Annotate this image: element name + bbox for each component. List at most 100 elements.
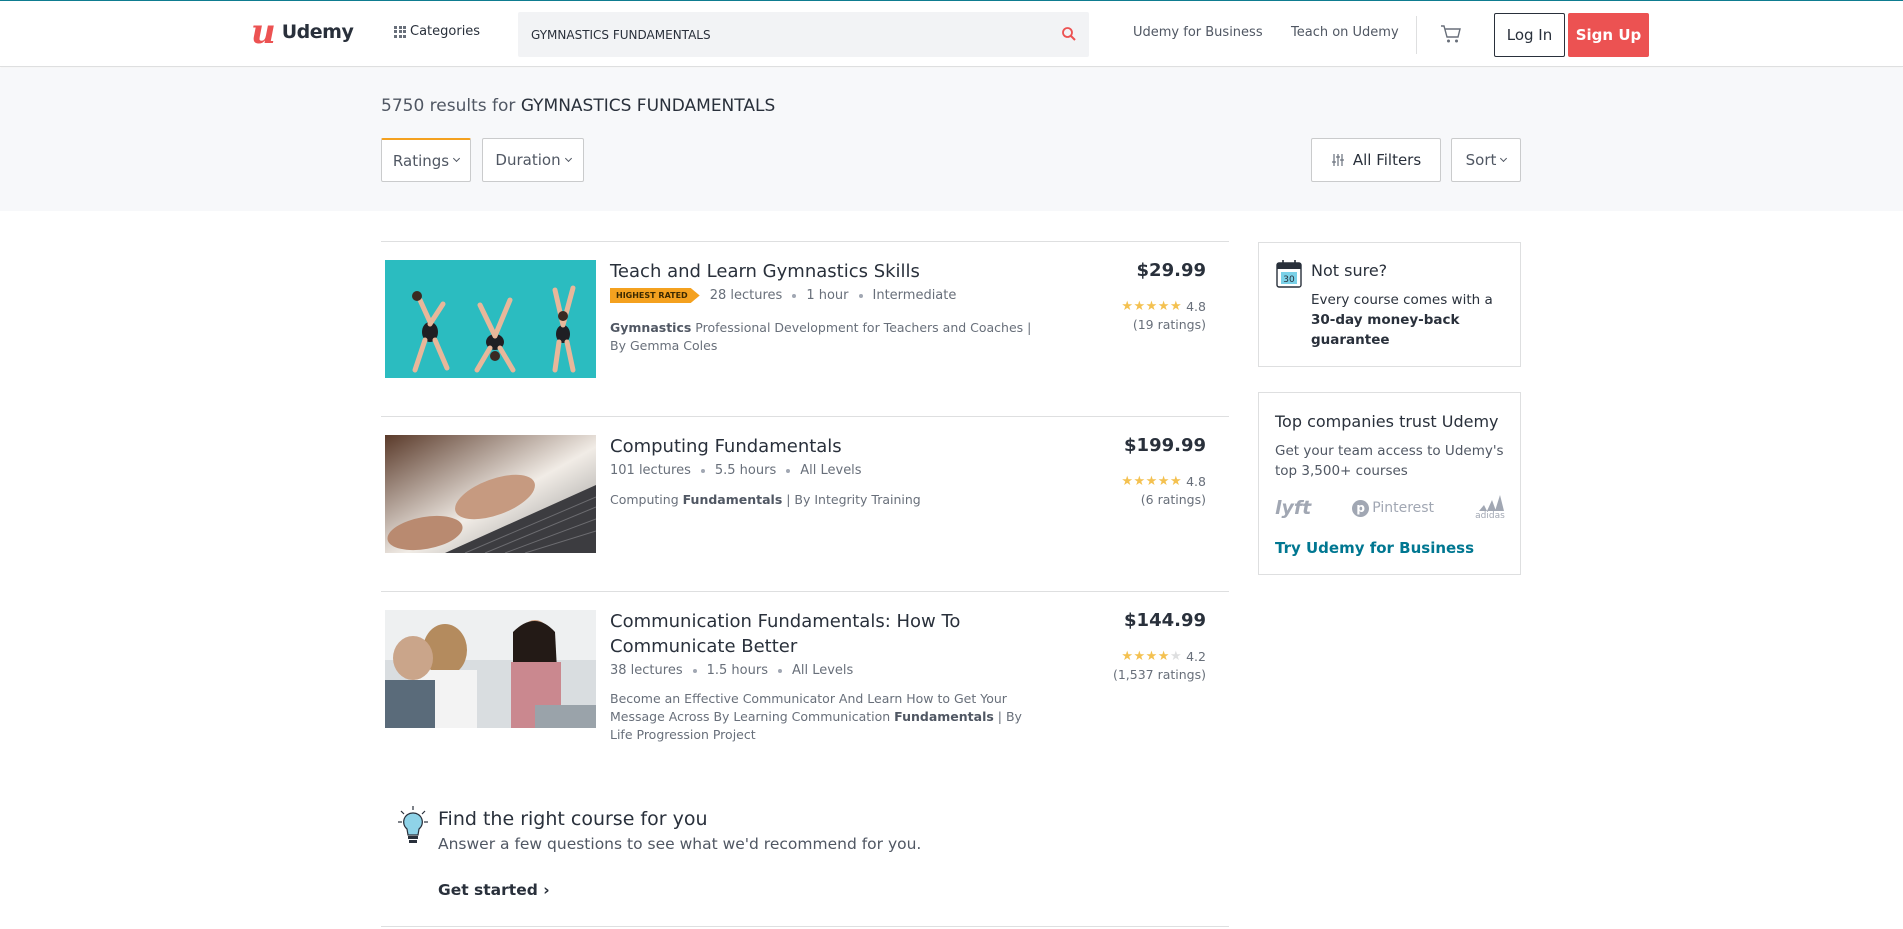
dot-separator bbox=[858, 293, 863, 298]
course-title[interactable]: Communication Fundamentals: How To Commu… bbox=[610, 609, 990, 659]
try-business-link[interactable]: Try Udemy for Business bbox=[1275, 539, 1474, 557]
course-desc-highlight: Gymnastics bbox=[610, 320, 692, 335]
all-filters-button[interactable]: All Filters bbox=[1311, 138, 1441, 182]
course-level: All Levels bbox=[800, 463, 862, 478]
sort-label: Sort bbox=[1465, 151, 1497, 169]
ratings-count: (6 ratings) bbox=[1140, 492, 1206, 507]
login-button[interactable]: Log In bbox=[1494, 13, 1565, 57]
money-back-card: 30 Not sure? Every course comes with a 3… bbox=[1258, 242, 1521, 367]
course-meta: 101 lectures 5.5 hours All Levels bbox=[610, 463, 862, 478]
pinterest-wordmark: Pinterest bbox=[1372, 500, 1435, 516]
rating-value: 4.2 bbox=[1186, 649, 1206, 664]
course-meta: 38 lectures 1.5 hours All Levels bbox=[610, 663, 853, 678]
logo-text: Udemy bbox=[281, 21, 354, 43]
top-header: u Udemy Categories GYMNASTICS FUNDAMENTA… bbox=[0, 1, 1903, 67]
grid-icon bbox=[394, 25, 406, 38]
duration-filter-button[interactable]: Duration bbox=[482, 138, 584, 182]
chevron-down-icon bbox=[1500, 154, 1508, 162]
teach-on-udemy-link[interactable]: Teach on Udemy bbox=[1291, 25, 1399, 40]
highest-rated-badge: Highest rated bbox=[610, 288, 700, 303]
course-thumbnail bbox=[385, 610, 596, 728]
adidas-icon bbox=[1478, 495, 1504, 511]
chevron-down-icon bbox=[453, 154, 461, 163]
guarantee-text: 30-day money-back guarantee bbox=[1311, 312, 1460, 348]
ratings-count: (19 ratings) bbox=[1132, 317, 1206, 332]
course-level: All Levels bbox=[791, 663, 854, 678]
duration-filter-label: Duration bbox=[495, 151, 561, 169]
calendar-number: 30 bbox=[1283, 275, 1295, 285]
udemy-logo[interactable]: u Udemy bbox=[251, 12, 354, 52]
course-description: Gymnastics Professional Development for … bbox=[610, 319, 1050, 355]
companies-title: Top companies trust Udemy bbox=[1275, 412, 1499, 431]
course-desc-highlight: Fundamentals bbox=[894, 709, 994, 724]
companies-body: Get your team access to Udemy's top 3,50… bbox=[1275, 443, 1504, 479]
calendar-icon: 30 bbox=[1276, 260, 1302, 288]
cart-icon[interactable] bbox=[1440, 24, 1462, 44]
dot-separator bbox=[700, 468, 705, 473]
finder-subtitle: Answer a few questions to see what we'd … bbox=[438, 835, 922, 853]
sliders-icon bbox=[1331, 154, 1344, 166]
course-price: $199.99 bbox=[1124, 435, 1206, 456]
udemy-for-business-link[interactable]: Udemy for Business bbox=[1133, 25, 1263, 40]
pinterest-logo: p Pinterest bbox=[1352, 499, 1435, 517]
get-started-link[interactable]: Get started › bbox=[438, 881, 550, 899]
course-meta: Highest rated 28 lectures 1 hour Interme… bbox=[610, 288, 956, 303]
ratings-count: (1,537 ratings) bbox=[1112, 667, 1206, 682]
results-query: GYMNASTICS FUNDAMENTALS bbox=[520, 96, 776, 116]
course-card[interactable]: Communication Fundamentals: How To Commu… bbox=[381, 591, 1229, 776]
star-rating-icon: ★★★★★ bbox=[1121, 649, 1183, 664]
course-thumbnail bbox=[385, 260, 596, 378]
rating-value: 4.8 bbox=[1186, 474, 1206, 489]
course-lectures: 38 lectures bbox=[610, 663, 683, 678]
finder-title: Find the right course for you bbox=[438, 808, 708, 830]
udemy-logo-icon: u bbox=[251, 12, 276, 52]
results-count: 5750 results for bbox=[381, 96, 516, 116]
chevron-down-icon bbox=[564, 154, 572, 162]
course-card[interactable]: Teach and Learn Gymnastics Skills Highes… bbox=[381, 241, 1229, 416]
course-thumbnail bbox=[385, 435, 596, 553]
not-sure-title: Not sure? bbox=[1311, 261, 1388, 280]
header-divider bbox=[1416, 16, 1417, 54]
course-rating: ★★★★★ 4.2 bbox=[1121, 649, 1206, 664]
dot-separator bbox=[792, 293, 797, 298]
signup-button[interactable]: Sign Up bbox=[1568, 13, 1649, 57]
course-title[interactable]: Teach and Learn Gymnastics Skills bbox=[610, 259, 990, 284]
sort-button[interactable]: Sort bbox=[1451, 138, 1521, 182]
course-title[interactable]: Computing Fundamentals bbox=[610, 434, 990, 459]
results-header-band bbox=[0, 68, 1903, 211]
dot-separator bbox=[777, 668, 782, 673]
rating-value: 4.8 bbox=[1186, 299, 1206, 314]
dot-separator bbox=[692, 668, 697, 673]
categories-button[interactable]: Categories bbox=[394, 24, 480, 39]
search-icon[interactable] bbox=[1061, 26, 1077, 42]
ratings-filter-button[interactable]: Ratings bbox=[381, 138, 471, 182]
course-price: $144.99 bbox=[1124, 610, 1206, 631]
course-desc-text: | By Integrity Training bbox=[782, 492, 921, 507]
course-desc-prefix: Computing bbox=[610, 492, 683, 507]
course-description: Become an Effective Communicator And Lea… bbox=[610, 690, 1040, 744]
company-logos: lyft p Pinterest adidas bbox=[1275, 495, 1505, 521]
lyft-logo: lyft bbox=[1275, 497, 1312, 519]
chevron-right-icon: › bbox=[543, 881, 550, 899]
not-sure-text: Every course comes with a bbox=[1311, 292, 1493, 308]
course-price: $29.99 bbox=[1136, 260, 1206, 281]
course-description: Computing Fundamentals | By Integrity Tr… bbox=[610, 491, 1050, 509]
course-duration: 1 hour bbox=[806, 288, 849, 303]
course-duration: 1.5 hours bbox=[706, 663, 768, 678]
lightbulb-icon bbox=[398, 806, 428, 843]
star-rating-icon: ★★★★★ bbox=[1121, 474, 1183, 489]
star-rating-icon: ★★★★★ bbox=[1121, 299, 1183, 314]
dot-separator bbox=[786, 468, 791, 473]
categories-label: Categories bbox=[410, 24, 481, 39]
business-card: Top companies trust Udemy Get your team … bbox=[1258, 392, 1521, 575]
course-level: Intermediate bbox=[872, 288, 957, 303]
search-value: GYMNASTICS FUNDAMENTALS bbox=[531, 27, 711, 42]
adidas-wordmark: adidas bbox=[1475, 511, 1505, 521]
search-input[interactable]: GYMNASTICS FUNDAMENTALS bbox=[518, 12, 1089, 57]
course-rating: ★★★★★ 4.8 bbox=[1121, 299, 1206, 314]
course-rating: ★★★★★ 4.8 bbox=[1121, 474, 1206, 489]
ratings-filter-label: Ratings bbox=[392, 151, 450, 170]
course-list: Teach and Learn Gymnastics Skills Highes… bbox=[381, 241, 1229, 776]
course-card[interactable]: Computing Fundamentals 101 lectures 5.5 … bbox=[381, 416, 1229, 591]
pinterest-icon: p bbox=[1352, 499, 1370, 517]
